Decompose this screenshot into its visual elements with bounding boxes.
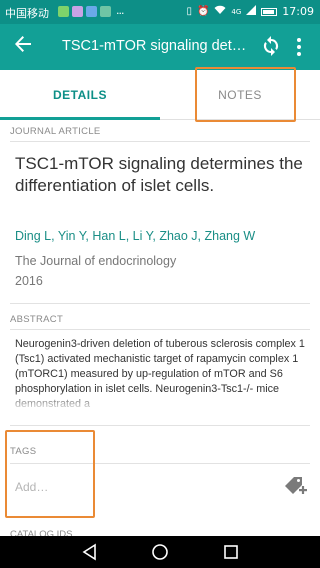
divider [10, 329, 310, 330]
divider [10, 463, 310, 464]
recents-square-icon[interactable] [221, 542, 241, 562]
article-title: TSC1-mTOR signaling determines the diffe… [15, 154, 303, 195]
notification-icon [100, 6, 111, 17]
article-year: 2016 [15, 274, 43, 288]
tags-label: TAGS [10, 446, 37, 457]
more-notifications-indicator: ... [116, 4, 124, 17]
tab-indicator [0, 117, 160, 120]
battery-icon [261, 7, 278, 16]
tags-input[interactable]: Add… [15, 480, 48, 494]
notification-icon [86, 6, 97, 17]
tab-notes[interactable]: NOTES [160, 70, 320, 120]
network-type: 4G [231, 7, 242, 16]
wifi-icon [214, 5, 226, 18]
status-bar: 中国移动 ... ▯ ⏰ 4G 17:09 [0, 0, 320, 24]
tags-highlight-box [5, 430, 95, 518]
divider [10, 141, 310, 142]
back-triangle-icon[interactable] [80, 542, 100, 562]
abstract-fade [0, 392, 320, 412]
status-icons: ▯ ⏰ 4G 17:09 [186, 5, 314, 18]
system-nav-bar [0, 536, 320, 568]
back-arrow-icon[interactable] [14, 35, 32, 56]
more-vert-icon[interactable] [294, 36, 304, 58]
tab-details[interactable]: DETAILS [0, 70, 160, 120]
article-type-label: JOURNAL ARTICLE [10, 126, 101, 137]
signal-icon [246, 5, 257, 18]
alarm-icon: ⏰ [196, 6, 210, 17]
app-bar: TSC1-mTOR signaling deter… [0, 24, 320, 70]
abstract-label: ABSTRACT [10, 314, 64, 325]
vibrate-icon: ▯ [186, 6, 192, 17]
page-title: TSC1-mTOR signaling deter… [62, 38, 252, 54]
divider [10, 303, 310, 304]
carrier-name: 中国移动 [5, 7, 49, 20]
clock: 17:09 [282, 5, 314, 18]
add-tag-icon[interactable] [283, 476, 307, 498]
tab-bar: DETAILS NOTES [0, 70, 320, 120]
divider [10, 425, 310, 426]
article-authors[interactable]: Ding L, Yin Y, Han L, Li Y, Zhao J, Zhan… [15, 229, 310, 243]
sync-icon[interactable] [262, 35, 280, 57]
notification-icon [72, 6, 83, 17]
notification-icon [58, 6, 69, 17]
article-journal: The Journal of endocrinology [15, 254, 177, 268]
home-circle-icon[interactable] [150, 542, 170, 562]
